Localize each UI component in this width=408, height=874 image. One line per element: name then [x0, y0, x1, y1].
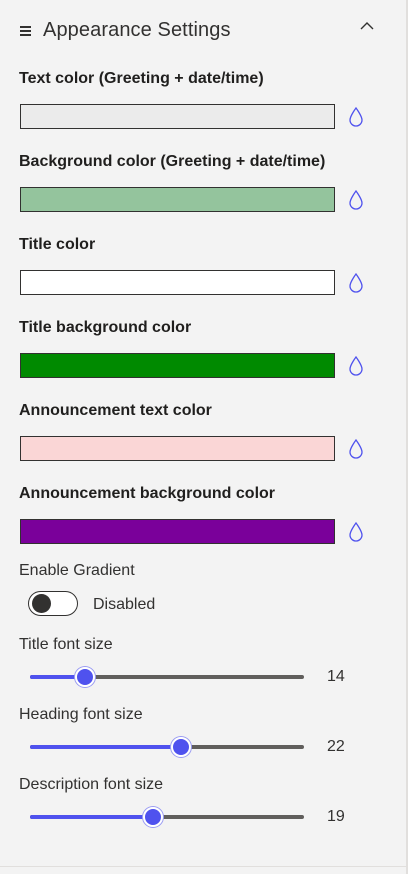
slider-fill — [30, 745, 181, 749]
title-background-color-swatch[interactable] — [20, 353, 335, 378]
heading-font-size-slider[interactable] — [30, 737, 304, 757]
section-title: Appearance Settings — [43, 18, 231, 41]
color-drop-icon[interactable] — [348, 272, 364, 294]
slider-thumb[interactable] — [171, 737, 191, 757]
description-font-size-value: 19 — [327, 808, 345, 825]
slider-fill — [30, 815, 153, 819]
announcement-text-color-label: Announcement text color — [19, 402, 212, 419]
toggle-state-text: Disabled — [93, 596, 156, 613]
text-color-label: Text color (Greeting + date/time) — [19, 70, 264, 87]
title-background-color-label: Title background color — [19, 319, 192, 336]
title-font-size-label: Title font size — [19, 636, 113, 653]
text-color-swatch[interactable] — [20, 104, 335, 129]
appearance-settings-header[interactable]: Appearance Settings — [0, 0, 406, 60]
toggle-knob — [32, 594, 51, 613]
slider-thumb[interactable] — [143, 807, 163, 827]
background-color-swatch[interactable] — [20, 187, 335, 212]
color-drop-icon[interactable] — [348, 521, 364, 543]
title-font-size-slider[interactable] — [30, 667, 304, 687]
slider-thumb[interactable] — [75, 667, 95, 687]
title-color-label: Title color — [19, 236, 96, 253]
announcement-text-color-swatch[interactable] — [20, 436, 335, 461]
title-font-size-value: 14 — [327, 668, 345, 685]
chevron-up-icon[interactable] — [360, 21, 374, 31]
appearance-settings-panel: Appearance Settings Text color (Greeting… — [0, 0, 408, 874]
color-drop-icon[interactable] — [348, 106, 364, 128]
background-color-label: Background color (Greeting + date/time) — [19, 153, 326, 170]
color-drop-icon[interactable] — [348, 189, 364, 211]
description-font-size-label: Description font size — [19, 776, 164, 793]
announcement-background-color-swatch[interactable] — [20, 519, 335, 544]
enable-gradient-label: Enable Gradient — [19, 562, 135, 579]
title-color-swatch[interactable] — [20, 270, 335, 295]
heading-font-size-value: 22 — [327, 738, 345, 755]
enable-gradient-toggle[interactable] — [28, 591, 78, 616]
announcement-background-color-label: Announcement background color — [19, 485, 276, 502]
divider — [0, 866, 406, 867]
color-drop-icon[interactable] — [348, 438, 364, 460]
heading-font-size-label: Heading font size — [19, 706, 143, 723]
hamburger-icon — [20, 26, 31, 36]
color-drop-icon[interactable] — [348, 355, 364, 377]
description-font-size-slider[interactable] — [30, 807, 304, 827]
